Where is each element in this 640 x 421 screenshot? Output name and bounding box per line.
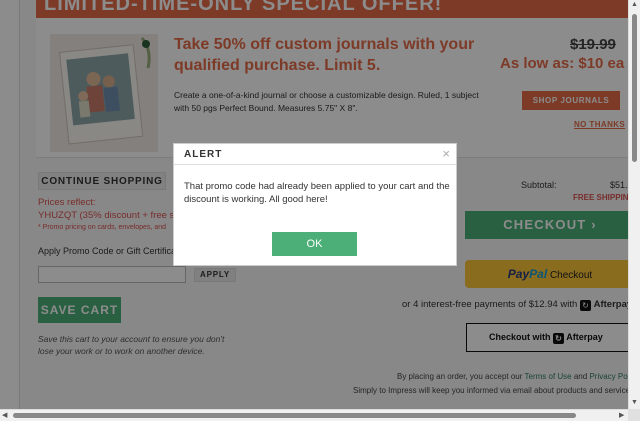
close-icon[interactable]: × — [442, 146, 450, 161]
scrollbar-corner — [628, 409, 640, 421]
scroll-up-icon[interactable]: ▲ — [631, 1, 638, 8]
alert-message: That promo code had already been applied… — [184, 181, 450, 205]
horizontal-scrollbar[interactable]: ◀ ▶ — [0, 409, 628, 421]
scroll-down-icon[interactable]: ▼ — [631, 399, 638, 406]
scroll-right-icon[interactable]: ▶ — [619, 411, 624, 419]
scroll-left-icon[interactable]: ◀ — [2, 411, 7, 419]
vertical-scroll-thumb[interactable] — [632, 14, 637, 162]
horizontal-scroll-thumb[interactable] — [13, 413, 576, 418]
alert-header: ALERT × — [174, 144, 456, 165]
alert-title: ALERT — [184, 149, 223, 160]
ok-button[interactable]: OK — [272, 232, 357, 256]
vertical-scrollbar[interactable]: ▲ ▼ — [628, 0, 640, 409]
alert-dialog: ALERT × That promo code had already been… — [173, 143, 457, 266]
browser-viewport: LIMITED-TIME-ONLY SPECIAL OFFER! Take 50… — [0, 0, 628, 409]
